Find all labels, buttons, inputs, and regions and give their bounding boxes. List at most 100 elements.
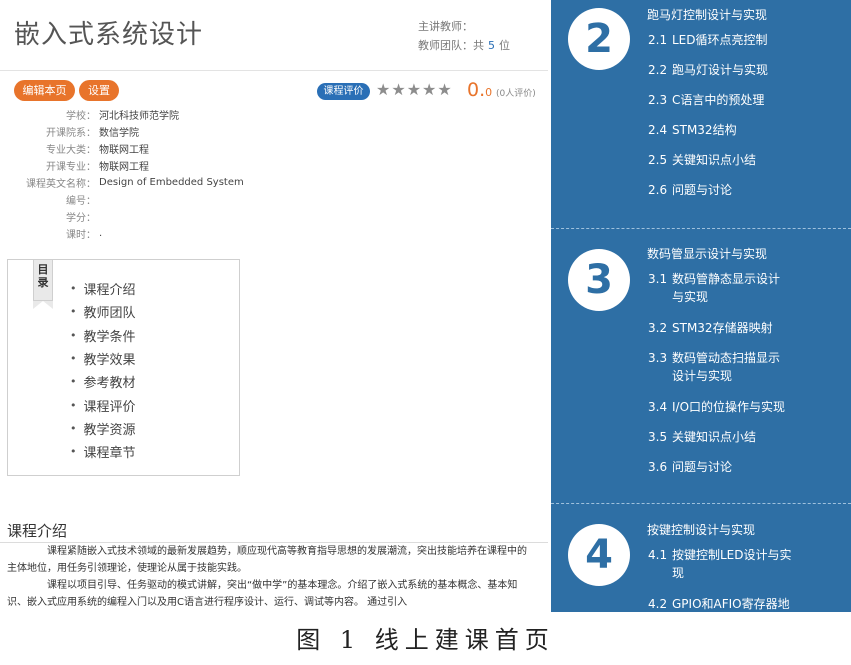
toc-item[interactable]: 课程介绍 bbox=[70, 277, 136, 300]
info-row: 学校： 河北科技师范学院 bbox=[0, 106, 300, 123]
info-key: 学分： bbox=[66, 213, 96, 224]
info-key: 学校： bbox=[66, 111, 96, 122]
info-key: 编号： bbox=[66, 196, 96, 207]
chapter-title[interactable]: 跑马灯控制设计与实现 bbox=[647, 6, 767, 23]
toc-ribbon: 目 录 bbox=[33, 259, 53, 309]
info-row: 学分： bbox=[0, 208, 300, 225]
toc-list: 课程介绍教师团队教学条件教学效果参考教材课程评价教学资源课程章节 bbox=[70, 277, 136, 463]
toc-item[interactable]: 课程章节 bbox=[70, 440, 136, 463]
section-title: 数码管动态扫描显示 bbox=[672, 351, 781, 365]
toc-item[interactable]: 教师团队 bbox=[70, 300, 136, 323]
chapter-section-link[interactable]: 2.5 关键知识点小结 bbox=[648, 151, 756, 169]
team-count-link[interactable]: 5 bbox=[488, 39, 495, 52]
toc-ribbon-char: 录 bbox=[37, 276, 49, 289]
section-title: 问题与讨论 bbox=[672, 460, 733, 474]
info-key: 开课院系： bbox=[46, 128, 96, 139]
chapter-title[interactable]: 按键控制设计与实现 bbox=[647, 521, 755, 538]
chapter-number-badge: 3 bbox=[568, 249, 630, 311]
section-number: 2.1 bbox=[648, 33, 668, 47]
info-row: 开课专业： 物联网工程 bbox=[0, 157, 300, 174]
chapter-section-link[interactable]: 2.3 C语言中的预处理 bbox=[648, 91, 764, 109]
info-key: 课时： bbox=[66, 230, 96, 241]
section-number: 2.6 bbox=[648, 183, 668, 197]
info-key: 课程英文名称： bbox=[26, 179, 96, 190]
chapter-section-link[interactable]: 3.5 关键知识点小结 bbox=[648, 428, 756, 446]
chapter-section-link[interactable]: 3.2 STM32存储器映射 bbox=[648, 319, 773, 337]
main-teacher-label: 主讲教师： bbox=[418, 20, 473, 33]
section-number: 2.4 bbox=[648, 123, 668, 137]
section-number: 4.2 bbox=[648, 597, 668, 611]
section-title: 按键控制LED设计与实 bbox=[672, 548, 792, 562]
section-title: 数码管静态显示设计 bbox=[672, 272, 781, 286]
course-info: 学校： 河北科技师范学院 开课院系： 数信学院 专业大类： 物联网工程 开课专业： 物联网工程… bbox=[0, 106, 300, 242]
edit-page-button[interactable]: 编辑本页 bbox=[14, 80, 75, 101]
chapter-section-link[interactable]: 2.4 STM32结构 bbox=[648, 121, 737, 139]
section-number: 3.3 bbox=[648, 351, 668, 365]
toc-item[interactable]: 课程评价 bbox=[70, 393, 136, 416]
rating-count: (0人评价) bbox=[496, 89, 536, 99]
rating-score: 0.0 bbox=[467, 79, 492, 101]
toc-item[interactable]: 教学资源 bbox=[70, 417, 136, 440]
info-key: 专业大类： bbox=[46, 145, 96, 156]
chapter-divider bbox=[551, 228, 851, 229]
team-label: 教师团队：共 bbox=[418, 39, 484, 52]
chapter-section-link[interactable]: 4.2 GPIO和AFIO寄存器地 bbox=[648, 595, 790, 612]
chapter-number-badge: 4 bbox=[568, 524, 630, 586]
info-value: 物联网工程 bbox=[99, 162, 149, 173]
section-title: 关键知识点小结 bbox=[672, 430, 757, 444]
section-number: 3.1 bbox=[648, 272, 668, 286]
chapter-divider bbox=[551, 503, 851, 504]
chapter-number-badge: 2 bbox=[568, 8, 630, 70]
toc-item[interactable]: 参考教材 bbox=[70, 370, 136, 393]
chapter-section-link[interactable]: 3.4 I/O口的位操作与实现 bbox=[648, 398, 785, 416]
info-row: 课时：. bbox=[0, 225, 300, 242]
info-row: 课程英文名称： Design of Embedded System bbox=[0, 174, 300, 191]
course-page-panel: 嵌入式系统设计 主讲教师： 教师团队：共 5 位 编辑本页 设置 课程评价 ★★★★… bbox=[0, 0, 548, 612]
section-number: 2.3 bbox=[648, 93, 668, 107]
chapter-section-link[interactable]: 2.2 跑马灯设计与实现 bbox=[648, 61, 768, 79]
intro-paragraph: 课程紧随嵌入式技术领域的最新发展趋势，顺应现代高等教育指导思想的发展潮流，突出技… bbox=[7, 546, 527, 574]
section-number: 2.5 bbox=[648, 153, 668, 167]
info-row: 编号： bbox=[0, 191, 300, 208]
toc-ribbon-char: 目 bbox=[37, 263, 49, 276]
intro-heading: 课程介绍 bbox=[7, 522, 68, 540]
section-number: 4.1 bbox=[648, 548, 668, 562]
chapter-title[interactable]: 数码管显示设计与实现 bbox=[647, 245, 767, 262]
section-title: I/O口的位操作与实现 bbox=[672, 400, 786, 414]
course-rating-badge[interactable]: 课程评价 bbox=[317, 83, 370, 100]
section-title-continued: 现 bbox=[672, 566, 685, 580]
rating-stars[interactable]: ★★★★★ bbox=[376, 80, 453, 99]
team-unit: 位 bbox=[499, 39, 510, 52]
chapter-section-link[interactable]: 3.3 数码管动态扫描显示 设计与实现 bbox=[648, 349, 780, 385]
chapter-section-link[interactable]: 3.1 数码管静态显示设计 与实现 bbox=[648, 270, 780, 306]
section-title: 跑马灯设计与实现 bbox=[672, 63, 769, 77]
toc-item[interactable]: 教学效果 bbox=[70, 347, 136, 370]
section-title: 问题与讨论 bbox=[672, 183, 733, 197]
info-row: 开课院系： 数信学院 bbox=[0, 123, 300, 140]
score-decimal: 0 bbox=[485, 86, 493, 99]
section-title: STM32结构 bbox=[672, 123, 737, 137]
chapter-panel: 2 跑马灯控制设计与实现 2.1 LED循环点亮控制 2.2 跑马灯设计与实现 2.3 C语言… bbox=[551, 0, 851, 612]
section-number: 3.4 bbox=[648, 400, 668, 414]
section-title: 关键知识点小结 bbox=[672, 153, 757, 167]
chapter-section-link[interactable]: 4.1 按键控制LED设计与实现 bbox=[648, 546, 792, 582]
section-number: 3.2 bbox=[648, 321, 668, 335]
info-key: 开课专业： bbox=[46, 162, 96, 173]
info-value: 河北科技师范学院 bbox=[99, 111, 179, 122]
chapter-section-link[interactable]: 2.1 LED循环点亮控制 bbox=[648, 31, 768, 49]
section-title: LED循环点亮控制 bbox=[672, 33, 768, 47]
chapter-section-link[interactable]: 3.6 问题与讨论 bbox=[648, 458, 732, 476]
settings-button[interactable]: 设置 bbox=[79, 80, 119, 101]
info-row: 专业大类： 物联网工程 bbox=[0, 140, 300, 157]
section-number: 2.2 bbox=[648, 63, 668, 77]
info-value: . bbox=[99, 228, 103, 239]
intro-paragraph: 课程以项目引导、任务驱动的模式讲解，突出“做中学”的基本理念。介绍了嵌入式系统的… bbox=[7, 580, 518, 608]
info-value: 物联网工程 bbox=[99, 145, 149, 156]
figure-caption: 图 1 线上建课首页 bbox=[296, 626, 555, 654]
table-of-contents: 目 录 课程介绍教师团队教学条件教学效果参考教材课程评价教学资源课程章节 bbox=[7, 259, 240, 476]
toc-item[interactable]: 教学条件 bbox=[70, 324, 136, 347]
section-title: STM32存储器映射 bbox=[672, 321, 773, 335]
course-title: 嵌入式系统设计 bbox=[14, 20, 204, 50]
chapter-section-link[interactable]: 2.6 问题与讨论 bbox=[648, 181, 732, 199]
section-title: C语言中的预处理 bbox=[672, 93, 765, 107]
